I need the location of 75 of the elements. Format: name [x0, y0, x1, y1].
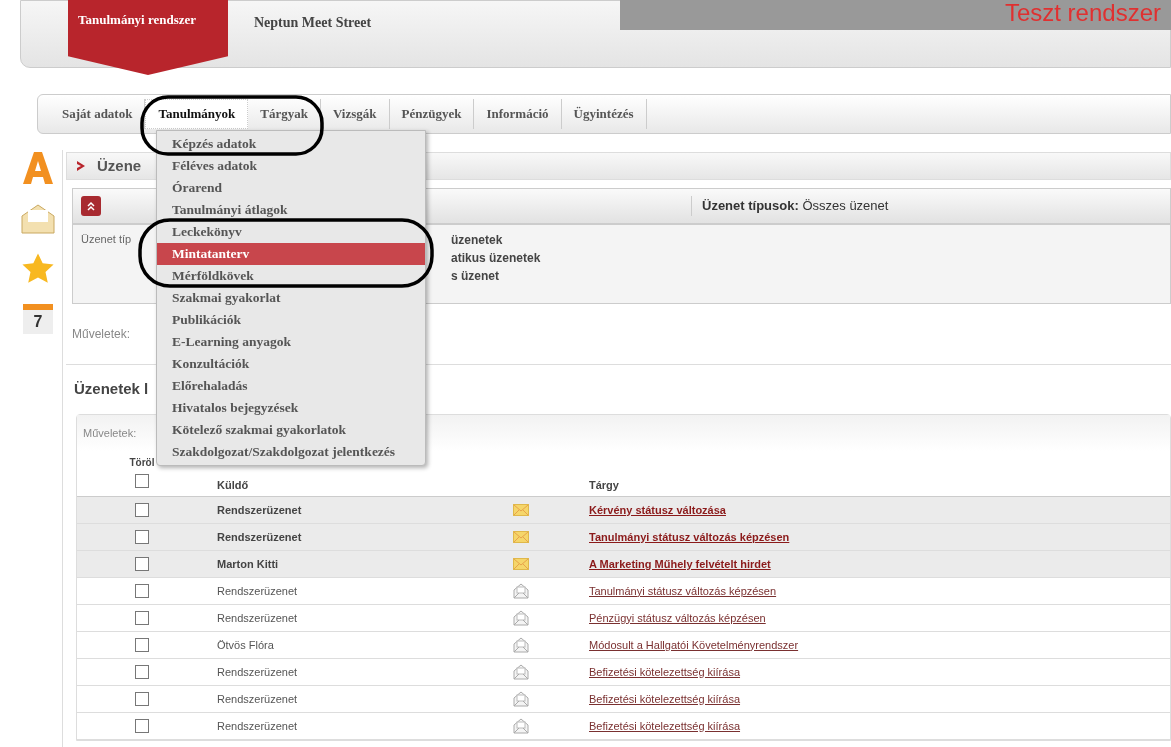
- sender-cell-text: Rendszerüzenet: [217, 664, 299, 680]
- sender-cell-text: Marton Kitti: [217, 556, 280, 572]
- checkbox[interactable]: [135, 638, 149, 652]
- nav-tab[interactable]: Vizsgák: [320, 99, 390, 129]
- collapse-button[interactable]: [81, 196, 101, 216]
- chevron-right-icon: [77, 161, 85, 171]
- checkbox[interactable]: [135, 557, 149, 571]
- page-title: Üzene: [97, 155, 142, 176]
- system-name: Tanulmányi rendszer: [78, 11, 197, 29]
- menu-item[interactable]: Leckekönyv: [157, 221, 425, 243]
- subject-link[interactable]: A Marketing Műhely felvételt hirdet: [589, 555, 771, 573]
- menu-item[interactable]: Képzés adatok: [157, 133, 425, 155]
- calendar-day: 7: [33, 310, 43, 334]
- menu-item[interactable]: Szakdolgozat/Szakdolgozat jelentkezés: [157, 441, 425, 463]
- menu-item[interactable]: Hivatalos bejegyzések: [157, 397, 425, 419]
- filter-type-label: Üzenet típ: [81, 232, 133, 247]
- checkbox[interactable]: [135, 692, 149, 706]
- sender-cell-text: Rendszerüzenet: [217, 610, 299, 626]
- subject-link[interactable]: Pénzügyi státusz változás képzésen: [589, 609, 766, 627]
- menu-item[interactable]: Mérföldkövek: [157, 265, 425, 287]
- sender-cell-text: Rendszerüzenet: [217, 529, 303, 545]
- table-row[interactable]: Rendszerüzenet Tanulmányi státusz változás képzésen: [77, 524, 1170, 551]
- checkbox[interactable]: [135, 611, 149, 625]
- sender-cell-text: Rendszerüzenet: [217, 583, 299, 599]
- column-header: Tárgy: [589, 478, 619, 493]
- column-header: Küldő: [217, 478, 250, 493]
- menu-item[interactable]: Előrehaladás: [157, 375, 425, 397]
- table-actions-label: Műveletek:: [83, 425, 137, 441]
- menu-item[interactable]: Mintatanterv: [157, 243, 425, 265]
- subject-link[interactable]: Tanulmányi státusz változás képzésen: [589, 582, 777, 600]
- message-types-label: Üzenet típusok:: [702, 198, 799, 214]
- nav-tab[interactable]: Pénzügyek: [389, 99, 475, 129]
- menu-item[interactable]: Tanulmányi átlagok: [157, 199, 425, 221]
- letter-logo-icon: [21, 150, 55, 186]
- table-row[interactable]: Marton Kitti A Marketing Műhely felvételt hirdet: [77, 551, 1170, 578]
- table-row[interactable]: Rendszerüzenet Kérvény státusz változása: [77, 497, 1170, 524]
- menu-item[interactable]: Órarend: [157, 177, 425, 199]
- filter-option[interactable]: üzenetek: [451, 231, 541, 249]
- list-title: Üzenetek l: [74, 379, 149, 400]
- menu-item[interactable]: Szakmai gyakorlat: [157, 287, 425, 309]
- nav-tab[interactable]: Ügyintézés: [561, 99, 647, 129]
- menu-item[interactable]: Konzultációk: [157, 353, 425, 375]
- menu-item[interactable]: Féléves adatok: [157, 155, 425, 177]
- checkbox[interactable]: [135, 474, 149, 488]
- double-chevron-up-icon: [86, 201, 96, 211]
- menu-item[interactable]: E-Learning anyagok: [157, 331, 425, 353]
- checkbox[interactable]: [135, 503, 149, 517]
- star-icon: [21, 252, 55, 286]
- checkbox[interactable]: [135, 530, 149, 544]
- subject-link[interactable]: Befizetési kötelezettség kiírása: [589, 717, 741, 735]
- nav-tab[interactable]: Információ: [474, 99, 562, 129]
- site-name: Neptun Meet Street: [254, 14, 372, 32]
- menu-item[interactable]: Kötelező szakmai gyakorlatok: [157, 419, 425, 441]
- menu-item[interactable]: Publikációk: [157, 309, 425, 331]
- sender-cell-text: Ötvös Flóra: [217, 637, 275, 653]
- column-header: Töröl: [129, 456, 155, 470]
- sender-cell-text: Rendszerüzenet: [217, 502, 303, 518]
- subject-link[interactable]: Kérvény státusz változása: [589, 501, 726, 519]
- envelope-icon: [21, 204, 55, 234]
- sender-cell-text: Rendszerüzenet: [217, 718, 299, 734]
- actions-label: Műveletek:: [72, 326, 131, 343]
- subject-link[interactable]: Befizetési kötelezettség kiírása: [589, 690, 741, 708]
- sender-cell-text: Rendszerüzenet: [217, 691, 299, 707]
- filter-option[interactable]: s üzenet: [451, 267, 541, 285]
- checkbox[interactable]: [135, 719, 149, 733]
- subject-link[interactable]: Tanulmányi státusz változás képzésen: [589, 528, 790, 546]
- subject-link[interactable]: Befizetési kötelezettség kiírása: [589, 663, 741, 681]
- banner-text: Teszt rendszer: [1004, 0, 1161, 26]
- checkbox[interactable]: [135, 665, 149, 679]
- nav-tab[interactable]: Tárgyak: [248, 99, 321, 129]
- filter-option[interactable]: atikus üzenetek: [451, 249, 541, 267]
- subject-link[interactable]: Módosult a Hallgatói Követelményrendszer: [589, 636, 799, 654]
- message-types-value: Összes üzenet: [802, 198, 889, 214]
- checkbox[interactable]: [135, 584, 149, 598]
- nav-tab[interactable]: Tanulmányok: [145, 99, 249, 129]
